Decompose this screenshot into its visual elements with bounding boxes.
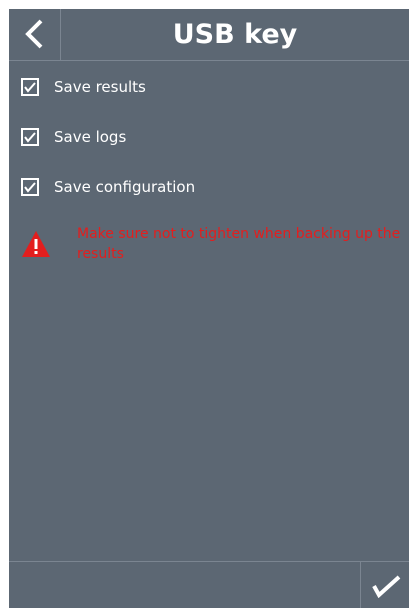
checkmark-icon — [24, 82, 36, 93]
checkbox-save-configuration[interactable] — [21, 178, 39, 196]
usb-key-screen: USB key Save results Save logs Save conf… — [9, 9, 409, 608]
option-label: Save logs — [54, 128, 127, 146]
option-label: Save results — [54, 78, 146, 96]
checkbox-save-logs[interactable] — [21, 128, 39, 146]
checkmark-icon — [24, 132, 36, 143]
footer-bar — [9, 561, 409, 608]
checkmark-icon — [24, 182, 36, 193]
header-bar: USB key — [9, 9, 409, 61]
page-title: USB key — [172, 19, 298, 50]
confirm-button[interactable] — [360, 562, 409, 608]
warning-triangle-icon — [22, 231, 50, 257]
warning-message: Make sure not to tighten when backing up… — [21, 224, 406, 274]
chevron-left-icon — [25, 19, 43, 49]
checkmark-icon — [372, 575, 401, 598]
option-label: Save configuration — [54, 178, 196, 196]
back-button[interactable] — [9, 9, 61, 60]
checkbox-save-results[interactable] — [21, 78, 39, 96]
warning-text: Make sure not to tighten when backing up… — [77, 226, 401, 262]
